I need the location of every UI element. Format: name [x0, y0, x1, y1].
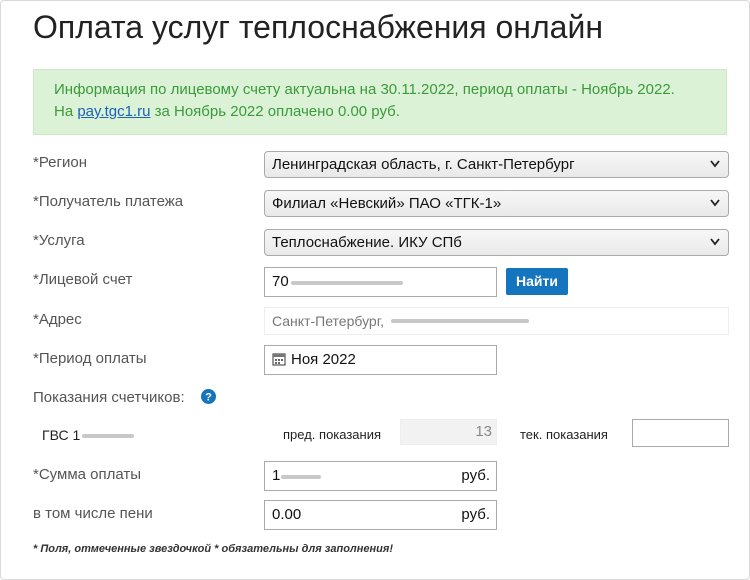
svg-text:?: ?	[205, 392, 212, 404]
penalty-value: 0.00	[272, 506, 302, 523]
amount-currency: руб.	[461, 467, 490, 484]
region-select[interactable]: Ленинградская область, г. Санкт-Петербур…	[264, 151, 729, 178]
chevron-down-icon	[710, 238, 720, 246]
prev-reading-value: 13	[400, 419, 497, 445]
info-banner: Информация по лицевому счету актуальна н…	[33, 69, 727, 135]
redacted-mark	[281, 475, 321, 479]
service-select[interactable]: Теплоснабжение. ИКУ СПб	[264, 229, 729, 256]
cur-reading-input[interactable]	[632, 419, 729, 447]
address-field: Санкт-Петербург,	[264, 307, 729, 335]
info-line-2-prefix: На	[54, 103, 78, 120]
info-line-2-suffix: за Ноябрь 2022 оплачено 0.00 руб.	[150, 103, 400, 120]
region-select-value: Ленинградская область, г. Санкт-Петербур…	[272, 156, 575, 173]
penalty-label: в том числе пени	[33, 505, 153, 522]
amount-label: *Сумма оплаты	[33, 466, 142, 483]
period-input[interactable]: Ноя 2022	[264, 345, 497, 375]
redacted-mark	[391, 319, 529, 323]
penalty-currency: руб.	[461, 506, 490, 523]
account-label: *Лицевой счет	[33, 271, 133, 288]
region-label: *Регион	[33, 154, 88, 171]
recipient-select-value: Филиал «Невский» ПАО «ТГК-1»	[272, 195, 502, 212]
prev-reading-label: пред. показания	[283, 427, 382, 442]
info-line-2: На pay.tgc1.ru за Ноябрь 2022 оплачено 0…	[54, 101, 706, 123]
chevron-down-icon	[710, 160, 720, 168]
info-line-1: Информация по лицевому счету актуальна н…	[54, 81, 675, 98]
period-label: *Период оплаты	[33, 350, 147, 367]
redacted-mark	[291, 281, 403, 285]
redacted-mark	[82, 434, 134, 438]
account-input[interactable]: 70	[264, 267, 497, 297]
period-value: Ноя 2022	[291, 351, 356, 368]
chevron-down-icon	[710, 199, 720, 207]
amount-value: 1	[272, 467, 281, 484]
account-input-value: 70	[272, 273, 289, 290]
required-fields-note: * Поля, отмеченные звездочкой * обязател…	[33, 543, 394, 555]
calendar-icon	[272, 353, 286, 366]
penalty-input[interactable]: 0.00 руб.	[264, 500, 497, 530]
recipient-select[interactable]: Филиал «Невский» ПАО «ТГК-1»	[264, 190, 729, 217]
recipient-label: *Получатель платежа	[33, 193, 184, 210]
address-label: *Адрес	[33, 311, 82, 328]
question-circle-icon[interactable]: ?	[201, 389, 216, 404]
service-select-value: Теплоснабжение. ИКУ СПб	[272, 234, 462, 251]
find-button[interactable]: Найти	[506, 268, 568, 295]
amount-input[interactable]: 1 руб.	[264, 461, 497, 491]
cur-reading-label: тек. показания	[520, 427, 608, 442]
meters-label: Показания счетчиков:	[33, 389, 185, 406]
pay-site-link[interactable]: pay.tgc1.ru	[77, 103, 150, 120]
meter-name: ГВС 1	[42, 427, 81, 443]
address-value: Санкт-Петербург,	[272, 313, 384, 329]
service-label: *Услуга	[33, 232, 85, 249]
page-title: Оплата услуг теплоснабжения онлайн	[33, 9, 603, 45]
